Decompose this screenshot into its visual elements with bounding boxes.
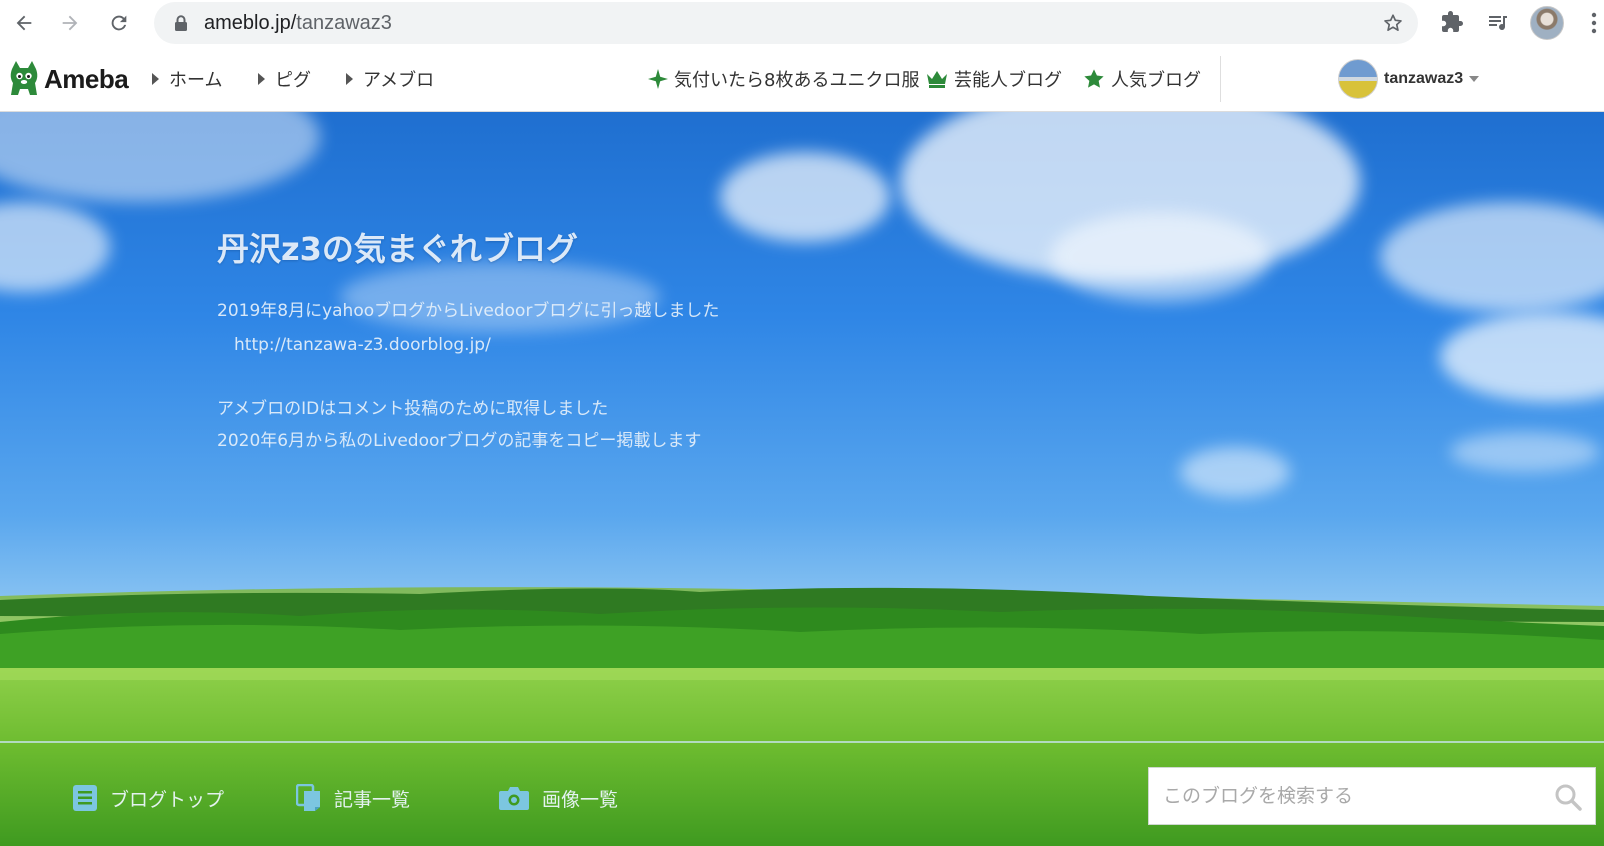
blog-search-input[interactable] [1163,768,1543,824]
media-queue-icon[interactable] [1486,10,1510,34]
ameba-mascot-icon [10,61,38,95]
cloud [0,202,110,292]
blog-title[interactable]: 丹沢z3の気まぐれブログ [217,224,578,270]
document-icon [73,785,97,811]
nav-blog-top-label: ブログトップ [110,788,225,811]
nav-home-label: ホーム [169,70,223,91]
forward-button[interactable] [55,8,85,38]
crown-icon [927,71,947,88]
cloud [1050,212,1270,302]
nav-pigg[interactable]: ピグ [258,46,311,112]
copy-pages-icon [296,784,320,811]
promo-celebrity-blog[interactable]: 芸能人ブログ [926,46,1062,112]
chevron-down-icon [1469,76,1480,82]
user-avatar [1338,59,1378,99]
cloud [1450,432,1600,472]
star-icon [1084,69,1104,88]
url-path: tanzawaz3 [296,12,392,34]
blog-description-line: 2020年6月から私のLivedoorブログの記事をコピー掲載します [217,431,702,451]
bookmark-star-icon[interactable] [1382,12,1404,34]
user-menu[interactable]: tanzawaz3 [1338,58,1480,100]
blog-nav: ブログトップ 記事一覧 画像一覧 [0,743,1604,846]
cloud [720,152,890,242]
url-text: ameblo.jp/tanzawaz3 [204,12,392,35]
header-divider [1220,56,1221,102]
triangle-right-icon [152,73,159,85]
url-host: ameblo.jp/ [204,12,297,34]
profile-avatar[interactable] [1530,6,1564,40]
nav-image-list-label: 画像一覧 [542,788,619,811]
cloud [1180,447,1290,497]
blog-header-image: 丹沢z3の気まぐれブログ 2019年8月にyahooブログからLivedoorブ… [0,112,1604,846]
blog-description-line: 2019年8月にyahooブログからLivedoorブログに引っ越しました [217,301,720,321]
blog-search-box [1148,767,1596,825]
cloud [1380,202,1604,312]
back-icon [16,15,32,31]
nav-image-list[interactable]: 画像一覧 [498,783,618,813]
ameba-logo-text: Ameba [44,63,129,94]
ameba-header: Ameba ホーム ピグ アメブロ 気付いたら8枚あるユニクロ服 芸能人ブログ … [0,46,1604,112]
nav-home[interactable]: ホーム [152,46,222,112]
triangle-right-icon [258,73,265,85]
sparkle-icon [648,69,668,89]
promo-popular-blog[interactable]: 人気ブログ [1083,46,1201,112]
search-icon [1555,784,1582,811]
nav-ameblo[interactable]: アメブロ [346,46,434,112]
nav-article-list[interactable]: 記事一覧 [296,783,410,813]
reload-icon [111,15,127,31]
nav-article-list-label: 記事一覧 [334,788,411,811]
promo-uniqlo-label: 気付いたら8枚あるユニクロ服 [674,70,920,91]
cloud [1440,312,1604,402]
menu-kebab-icon[interactable] [1590,12,1598,34]
promo-uniqlo[interactable]: 気付いたら8枚あるユニクロ服 [648,46,919,112]
blog-description-line: http://tanzawa-z3.doorblog.jp/ [217,335,491,355]
ameba-logo[interactable]: Ameba [8,58,129,100]
address-bar[interactable]: ameblo.jp/tanzawaz3 [154,2,1418,44]
triangle-right-icon [346,73,353,85]
reload-button[interactable] [104,8,134,38]
user-name: tanzawaz3 [1384,70,1464,87]
back-button[interactable] [9,8,39,38]
nav-pigg-label: ピグ [275,70,311,91]
promo-celebrity-blog-label: 芸能人ブログ [954,70,1062,91]
search-button[interactable] [1553,782,1583,812]
extensions-icon[interactable] [1440,10,1464,34]
cloud [0,112,320,202]
browser-toolbar: ameblo.jp/tanzawaz3 [0,0,1604,46]
blog-description-line: アメブロのIDはコメント投稿のために取得しました [217,399,609,419]
nav-ameblo-label: アメブロ [363,70,435,91]
lock-icon [175,15,187,31]
forward-icon [62,15,78,31]
camera-icon [499,787,529,810]
promo-popular-blog-label: 人気ブログ [1111,70,1201,91]
nav-blog-top[interactable]: ブログトップ [72,783,224,813]
